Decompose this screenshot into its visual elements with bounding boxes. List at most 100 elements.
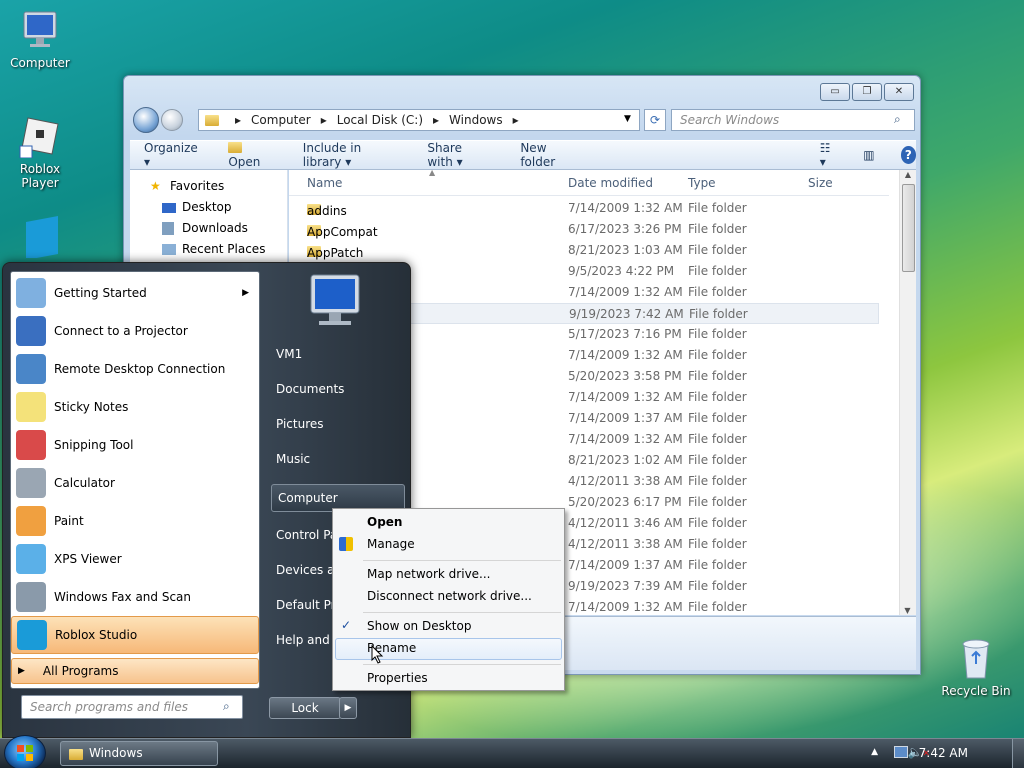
network-icon[interactable]	[894, 746, 908, 758]
file-row[interactable]: AppPatch 8/21/2023 1:03 AM File folder	[289, 240, 879, 261]
command-bar: Organize ▾ Open Include in library ▾ Sha…	[130, 140, 916, 170]
start-program-item[interactable]: Getting Started ▶	[11, 274, 259, 312]
scrollbar-thumb[interactable]	[902, 184, 915, 272]
column-header-date-modified[interactable]: Date modified	[568, 176, 653, 190]
file-type: File folder	[688, 453, 747, 467]
file-date: 7/14/2009 1:32 AM	[568, 600, 683, 614]
checkmark-icon: ✓	[341, 618, 352, 632]
open-button[interactable]: Open	[228, 141, 272, 169]
start-program-item[interactable]: Roblox Studio	[11, 616, 259, 654]
nav-label: Downloads	[182, 221, 248, 235]
help-icon[interactable]: ?	[900, 146, 916, 164]
start-button[interactable]	[4, 735, 46, 768]
scroll-up-icon[interactable]: ▲	[900, 170, 916, 179]
start-search-input[interactable]: Search programs and files	[21, 695, 243, 719]
start-right-control-panel[interactable]: Control Pa	[276, 528, 337, 542]
start-right-documents[interactable]: Documents	[276, 382, 344, 396]
show-desktop-button[interactable]	[1012, 739, 1024, 768]
start-right-vm1[interactable]: VM1	[276, 347, 302, 361]
taskbar-button-windows[interactable]: Windows	[60, 741, 218, 766]
recycle-bin-icon	[954, 636, 998, 680]
search-input[interactable]: Search Windows	[671, 109, 915, 131]
file-type: File folder	[688, 600, 747, 614]
chevron-right-icon: ▸	[320, 113, 327, 127]
start-program-item[interactable]: Connect to a Projector	[11, 312, 259, 350]
column-header-name[interactable]: Name	[307, 176, 342, 190]
menu-item-manage[interactable]: Manage	[367, 537, 415, 551]
lock-button[interactable]: Lock	[269, 697, 341, 719]
start-program-item[interactable]: Paint	[11, 502, 259, 540]
back-button[interactable]	[133, 107, 159, 133]
minimize-button[interactable]: ▭	[820, 83, 850, 101]
program-icon	[16, 582, 46, 612]
desktop-icon	[162, 203, 176, 213]
sort-arrow-icon: ▲	[429, 170, 436, 177]
vertical-scrollbar[interactable]: ▲ ▼	[899, 170, 916, 615]
new-folder-button[interactable]: New folder	[520, 141, 575, 169]
file-date: 7/14/2009 1:32 AM	[568, 201, 683, 215]
menu-item-open[interactable]: Open	[367, 515, 402, 529]
star-icon: ★	[150, 179, 161, 193]
maximize-button[interactable]: ❐	[852, 83, 882, 101]
folder-icon	[228, 142, 243, 153]
breadcrumb-local-disk[interactable]: Local Disk (C:)	[337, 113, 423, 127]
chevron-right-icon: ▸	[235, 113, 242, 127]
start-program-item[interactable]: Snipping Tool	[11, 426, 259, 464]
scroll-down-icon[interactable]: ▼	[900, 606, 915, 615]
start-right-pictures[interactable]: Pictures	[276, 417, 324, 431]
start-right-music[interactable]: Music	[276, 452, 310, 466]
downloads-icon	[162, 222, 174, 235]
file-type: File folder	[688, 495, 747, 509]
forward-button[interactable]	[161, 109, 183, 131]
start-program-item[interactable]: Calculator	[11, 464, 259, 502]
nav-item-favorites[interactable]: ★ Favorites	[130, 176, 287, 197]
column-header-type[interactable]: Type	[688, 176, 716, 190]
breadcrumb-computer[interactable]: Computer	[251, 113, 311, 127]
program-icon	[16, 468, 46, 498]
file-name-text: AppCompat	[307, 225, 378, 239]
file-date: 9/19/2023 7:39 AM	[568, 579, 683, 593]
folder-icon	[205, 114, 219, 126]
views-icon[interactable]: ☷ ▾	[820, 141, 838, 169]
preview-pane-icon[interactable]: ▥	[863, 148, 874, 162]
close-button[interactable]: ✕	[884, 83, 914, 101]
mouse-cursor-icon	[371, 645, 384, 664]
file-row[interactable]: AppCompat 6/17/2023 3:26 PM File folder	[289, 219, 879, 240]
show-hidden-icons-icon[interactable]: ▲	[871, 747, 878, 757]
nav-item-downloads[interactable]: Downloads	[130, 218, 287, 239]
file-type: File folder	[688, 327, 747, 341]
file-row[interactable]: addins 7/14/2009 1:32 AM File folder	[289, 198, 879, 219]
share-with-button[interactable]: Share with ▾	[427, 141, 490, 169]
menu-separator	[363, 612, 561, 613]
clock[interactable]: 7:42 AM	[919, 746, 968, 760]
address-bar[interactable]: ▸ Computer ▸ Local Disk (C:) ▸ Windows ▸	[198, 109, 640, 131]
menu-item-map-network-drive[interactable]: Map network drive...	[367, 567, 491, 581]
column-header-size[interactable]: Size	[808, 176, 833, 190]
start-program-item[interactable]: Windows Fax and Scan	[11, 578, 259, 616]
menu-item-show-on-desktop[interactable]: Show on Desktop	[367, 619, 471, 633]
organize-button[interactable]: Organize ▾	[144, 141, 198, 169]
programs-pane: Getting Started ▶ Connect to a Projector Re…	[10, 271, 260, 689]
desktop-icon-recycle-bin[interactable]: Recycle Bin	[936, 636, 1016, 698]
chevron-down-icon[interactable]: ▼	[624, 114, 631, 124]
breadcrumb-windows[interactable]: Windows	[449, 113, 503, 127]
nav-item-recent-places[interactable]: Recent Places	[130, 239, 287, 260]
recent-places-icon	[162, 244, 176, 255]
menu-item-properties[interactable]: Properties	[367, 671, 428, 685]
refresh-icon[interactable]: ⟳	[644, 109, 666, 131]
desktop-icon-computer[interactable]: Computer	[0, 8, 80, 70]
nav-label: Favorites	[170, 179, 225, 193]
include-in-library-button[interactable]: Include in library ▾	[303, 141, 398, 169]
program-icon	[16, 392, 46, 422]
search-icon[interactable]: ⌕	[894, 112, 901, 127]
shutdown-options-arrow-icon[interactable]: ▶	[339, 697, 357, 719]
start-program-item[interactable]: Sticky Notes	[11, 388, 259, 426]
desktop-icon-roblox-player[interactable]: Roblox Player	[0, 114, 80, 190]
desktop-icon-roblox-studio[interactable]	[0, 214, 80, 262]
start-program-item[interactable]: Remote Desktop Connection	[11, 350, 259, 388]
start-program-item[interactable]: XPS Viewer	[11, 540, 259, 578]
all-programs-button[interactable]: ▶ All Programs	[11, 658, 259, 684]
menu-item-disconnect-network-drive[interactable]: Disconnect network drive...	[367, 589, 532, 603]
context-menu[interactable]: Open Manage Map network drive... Disconn…	[332, 508, 565, 691]
nav-item-desktop[interactable]: Desktop	[130, 197, 287, 218]
